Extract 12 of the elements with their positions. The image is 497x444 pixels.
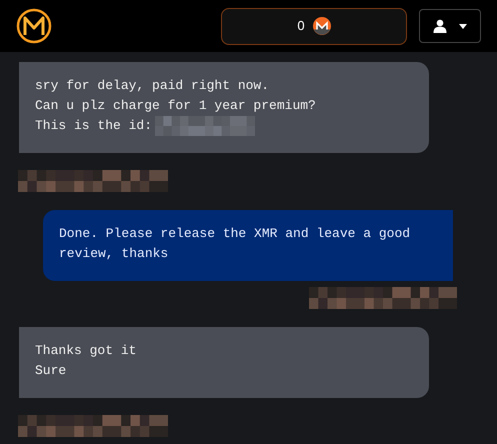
monero-icon — [312, 17, 331, 35]
message-text: Sure — [35, 362, 66, 380]
message-text: sry for delay, paid right now. — [35, 77, 270, 95]
message-text: This is the id: — [35, 117, 152, 135]
caret-icon — [459, 24, 467, 28]
logo-icon[interactable] — [16, 8, 52, 44]
message-text: Can u plz charge for 1 year premium? — [35, 97, 316, 115]
balance-button[interactable]: 0 — [221, 8, 407, 44]
user-menu-button[interactable] — [419, 9, 481, 43]
message-text: Done. Please release the XMR and leave a good review, thanks — [59, 225, 412, 263]
user-icon — [433, 19, 447, 33]
message-text: Thanks got it — [35, 342, 136, 360]
